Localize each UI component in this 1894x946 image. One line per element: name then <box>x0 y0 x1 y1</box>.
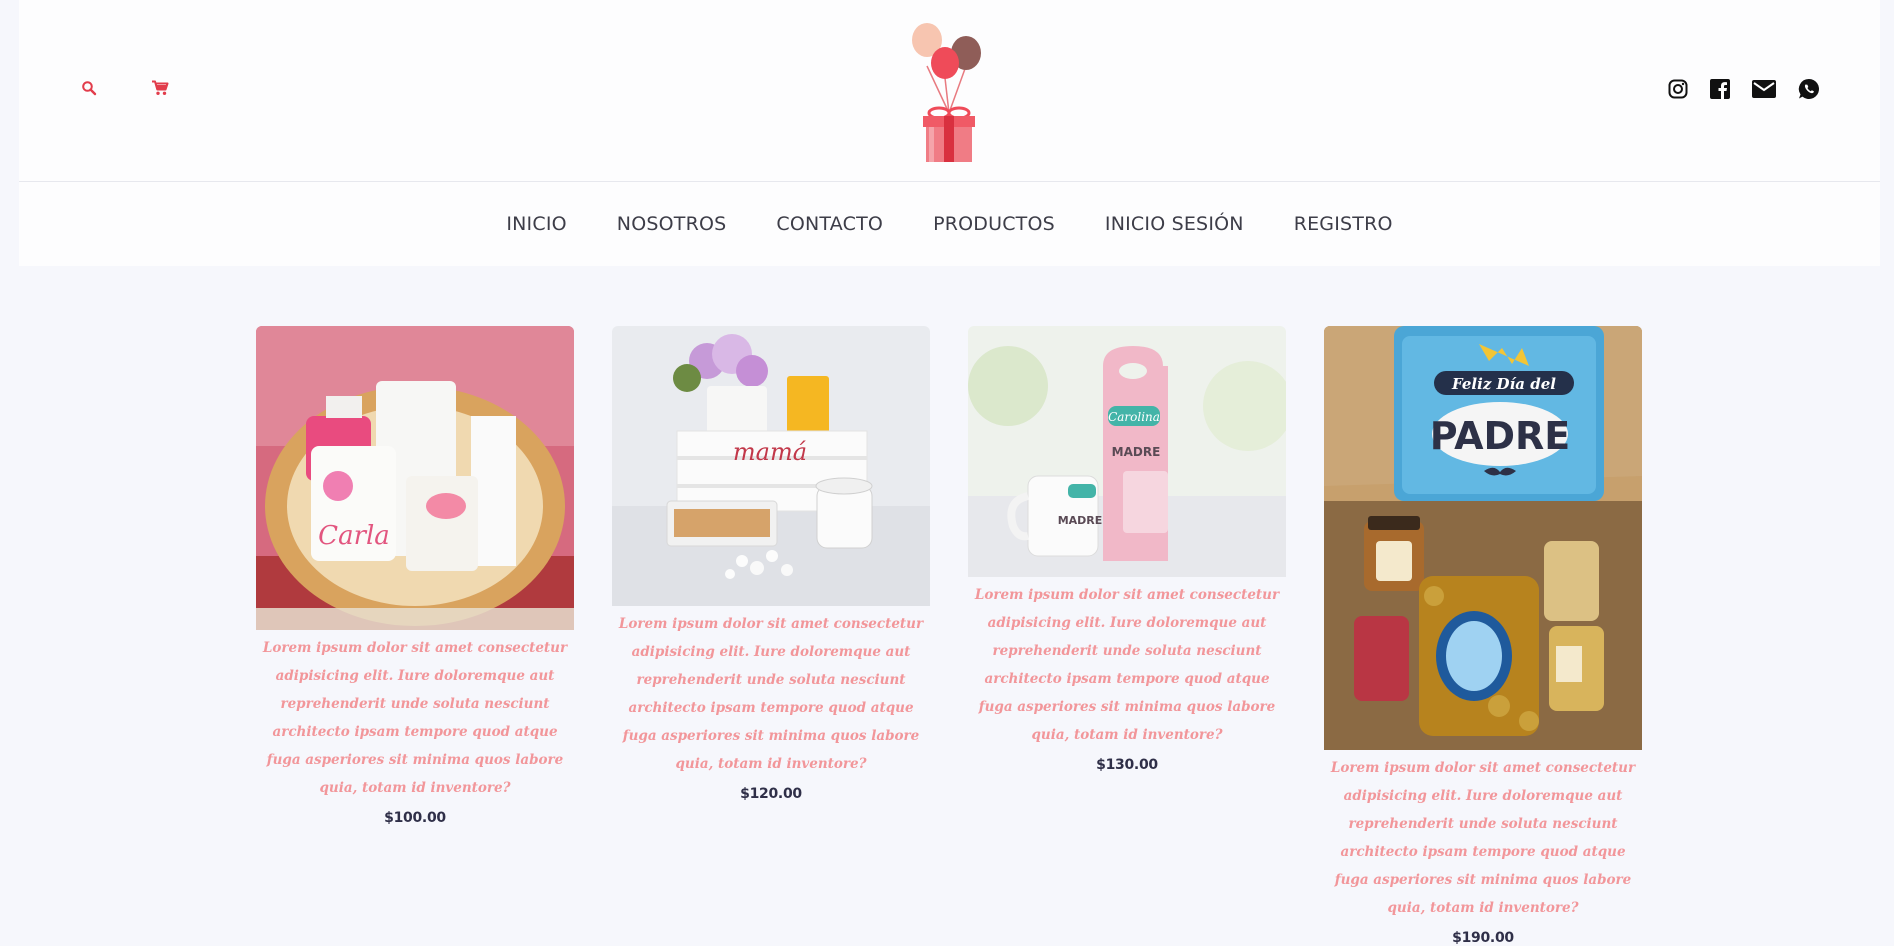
site-header: INICIO NOSOTROS CONTACTO PRODUCTOS INICI… <box>19 0 1880 266</box>
product-image[interactable]: mamá <box>612 326 930 606</box>
product-description: Lorem ipsum dolor sit amet consectetur a… <box>262 640 568 796</box>
social-links <box>1668 78 1820 100</box>
product-price: $120.00 <box>740 786 802 802</box>
product-image-text: mamá <box>733 438 807 466</box>
mail-icon[interactable] <box>1752 80 1776 98</box>
main-nav: INICIO NOSOTROS CONTACTO PRODUCTOS INICI… <box>19 198 1880 250</box>
product-card[interactable]: Carolina MADRE MADRE Lorem ipsum dolor s… <box>968 326 1286 773</box>
product-image[interactable]: Carla <box>256 326 574 630</box>
product-image-text: Carla <box>318 521 390 551</box>
nav-item-nosotros[interactable]: NOSOTROS <box>617 213 727 235</box>
header-divider <box>19 181 1880 182</box>
nav-item-inicio[interactable]: INICIO <box>506 213 566 235</box>
product-price: $100.00 <box>384 810 446 826</box>
search-icon[interactable] <box>81 80 97 96</box>
nav-item-productos[interactable]: PRODUCTOS <box>933 213 1055 235</box>
product-card[interactable]: Feliz Día del PADRE Lorem ipsum dolor si… <box>1324 326 1642 946</box>
product-image-text: Feliz Día del <box>1451 375 1556 393</box>
balloons-gift-logo[interactable] <box>899 18 999 163</box>
product-image[interactable]: Feliz Día del PADRE <box>1324 326 1642 750</box>
nav-item-inicio-sesion[interactable]: INICIO SESIÓN <box>1105 213 1244 235</box>
whatsapp-icon[interactable] <box>1798 78 1820 100</box>
nav-item-registro[interactable]: REGISTRO <box>1294 213 1393 235</box>
instagram-icon[interactable] <box>1668 79 1688 99</box>
product-card[interactable]: Carla Lorem ipsum dolor sit amet consect… <box>256 326 574 826</box>
product-description: Lorem ipsum dolor sit amet consectetur a… <box>618 616 924 772</box>
header-tools <box>81 80 169 96</box>
product-image-text: MADRE <box>1112 445 1161 459</box>
product-grid: Carla Lorem ipsum dolor sit amet consect… <box>256 326 1642 946</box>
product-price: $190.00 <box>1452 930 1514 946</box>
facebook-icon[interactable] <box>1710 79 1730 99</box>
product-image-text: MADRE <box>1058 514 1103 527</box>
nav-item-contacto[interactable]: CONTACTO <box>776 213 883 235</box>
product-price: $130.00 <box>1096 757 1158 773</box>
product-image-text: Carolina <box>1108 410 1160 424</box>
cart-icon[interactable] <box>151 80 169 96</box>
product-card[interactable]: mamá Lorem ipsum dolor sit amet consecte… <box>612 326 930 802</box>
product-image-text: PADRE <box>1430 414 1571 458</box>
product-image[interactable]: Carolina MADRE MADRE <box>968 326 1286 577</box>
product-description: Lorem ipsum dolor sit amet consectetur a… <box>974 587 1280 743</box>
product-description: Lorem ipsum dolor sit amet consectetur a… <box>1330 760 1636 916</box>
